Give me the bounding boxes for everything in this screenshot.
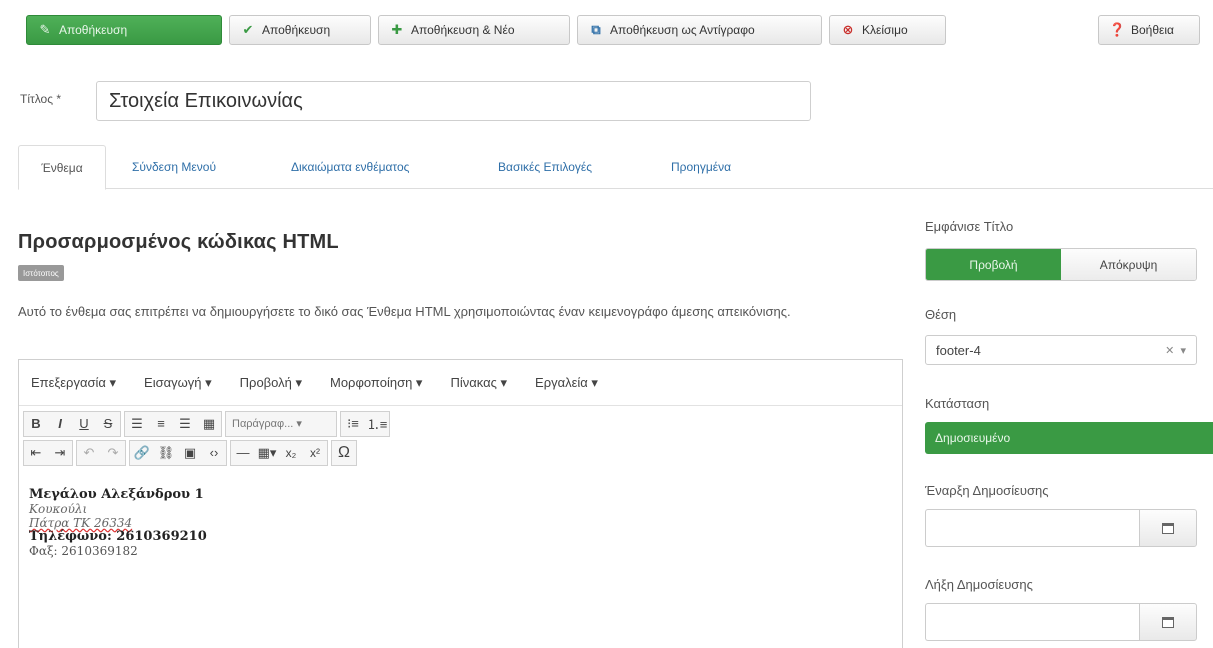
- bullet-list-icon[interactable]: ⁝≡: [341, 412, 365, 436]
- module-description: Αυτό το ένθεμα σας επιτρέπει να δημιουργ…: [18, 304, 791, 319]
- tab-advanced[interactable]: Προηγμένα: [661, 145, 741, 189]
- menu-insert[interactable]: Εισαγωγή ▾: [144, 375, 212, 391]
- underline-icon[interactable]: U: [72, 412, 96, 436]
- save-button[interactable]: ✎ Αποθήκευση: [26, 15, 222, 45]
- bold-icon[interactable]: B: [24, 412, 48, 436]
- horizontal-rule-icon[interactable]: —: [231, 441, 255, 465]
- menu-table[interactable]: Πίνακας ▾: [450, 375, 507, 391]
- menu-format[interactable]: Μορφοποίηση ▾: [330, 375, 422, 391]
- tab-module[interactable]: Ένθεμα: [18, 145, 106, 190]
- save-copy-button[interactable]: ⧉ Αποθήκευση ως Αντίγραφο: [577, 15, 822, 45]
- link-icon[interactable]: 🔗: [130, 441, 154, 465]
- image-icon[interactable]: ▣: [178, 441, 202, 465]
- clear-dropdown-icon[interactable]: ✕ ▾: [1165, 344, 1186, 357]
- calendar-icon: [1162, 522, 1174, 534]
- question-icon: ❓: [1109, 22, 1126, 37]
- redo-icon[interactable]: ↷: [101, 441, 125, 465]
- content-line-city: Πάτρα ΤΚ 26334: [29, 516, 133, 530]
- code-icon[interactable]: ‹›: [202, 441, 226, 465]
- module-title: Προσαρμοσμένος κώδικας HTML: [18, 231, 339, 253]
- publish-down-field: [925, 603, 1197, 641]
- plus-icon: ✚: [391, 22, 403, 37]
- subscript-icon[interactable]: x₂: [279, 441, 303, 465]
- unlink-icon[interactable]: ⛓: [154, 441, 178, 465]
- title-label: Τίτλος *: [20, 92, 62, 106]
- italic-icon[interactable]: I: [48, 412, 72, 436]
- menu-view[interactable]: Προβολή ▾: [240, 375, 302, 391]
- menu-edit[interactable]: Επεξεργασία ▾: [31, 375, 116, 391]
- calendar-icon: [1162, 616, 1174, 628]
- status-select[interactable]: Δημοσιευμένο: [925, 422, 1213, 454]
- strikethrough-icon[interactable]: S: [96, 412, 120, 436]
- omega-icon[interactable]: Ω: [332, 441, 356, 465]
- title-input[interactable]: Στοιχεία Επικοινωνίας: [96, 81, 811, 121]
- align-center-icon[interactable]: ≡: [149, 412, 173, 436]
- publish-down-input[interactable]: [925, 603, 1139, 641]
- hide-button[interactable]: Απόκρυψη: [1061, 249, 1196, 280]
- save-new-button[interactable]: ✚ Αποθήκευση & Νέο: [378, 15, 570, 45]
- close-circle-icon: ⊗: [842, 22, 854, 37]
- align-right-icon[interactable]: ☰: [173, 412, 197, 436]
- table-icon[interactable]: ▦▾: [255, 441, 279, 465]
- close-button[interactable]: ⊗ Κλείσιμο: [829, 15, 946, 45]
- edit-icon: ✎: [39, 22, 51, 37]
- tab-basic-options[interactable]: Βασικές Επιλογές: [488, 145, 602, 189]
- content-line-area: Κουκούλι: [29, 502, 88, 516]
- show-title-label: Εμφάνισε Τίτλο: [925, 219, 1014, 234]
- editor-menubar: Επεξεργασία ▾ Εισαγωγή ▾ Προβολή ▾ Μορφο…: [19, 360, 902, 406]
- content-line-fax: Φαξ: 2610369182: [29, 544, 138, 558]
- menu-tools[interactable]: Εργαλεία ▾: [535, 375, 598, 391]
- publish-up-input[interactable]: [925, 509, 1139, 547]
- content-line-phone: Τηλέφωνο: 2610369210: [29, 529, 207, 544]
- toolbar: ✎ Αποθήκευση ✔ Αποθήκευση ✚ Αποθήκευση &…: [0, 0, 1213, 60]
- editor-toolbar-row-1: B I U S ☰ ≡ ☰ ▦ Παράγραφ... ▾ ⁝≡ ⒈≡: [19, 409, 902, 438]
- publish-down-calendar-button[interactable]: [1139, 603, 1197, 641]
- tab-menu-assignment[interactable]: Σύνδεση Μενού: [122, 145, 226, 189]
- align-left-icon[interactable]: ☰: [125, 412, 149, 436]
- editor-content[interactable]: Μεγάλου Αλεξάνδρου 1 Κουκούλι Πάτρα ΤΚ 2…: [29, 487, 207, 559]
- format-select[interactable]: Παράγραφ... ▾: [226, 412, 336, 436]
- position-select[interactable]: footer-4 ✕ ▾: [925, 335, 1197, 365]
- undo-icon[interactable]: ↶: [77, 441, 101, 465]
- superscript-icon[interactable]: x²: [303, 441, 327, 465]
- help-button[interactable]: ❓ Βοήθεια: [1098, 15, 1200, 45]
- outdent-icon[interactable]: ⇤: [24, 441, 48, 465]
- align-justify-icon[interactable]: ▦: [197, 412, 221, 436]
- check-icon: ✔: [242, 22, 254, 37]
- publish-down-label: Λήξη Δημοσίευσης: [925, 577, 1033, 592]
- show-button[interactable]: Προβολή: [926, 249, 1061, 280]
- html-editor: Επεξεργασία ▾ Εισαγωγή ▾ Προβολή ▾ Μορφο…: [18, 359, 903, 648]
- status-label: Κατάσταση: [925, 396, 990, 411]
- indent-icon[interactable]: ⇥: [48, 441, 72, 465]
- position-label: Θέση: [925, 307, 957, 322]
- publish-up-calendar-button[interactable]: [1139, 509, 1197, 547]
- publish-up-field: [925, 509, 1197, 547]
- save-close-button[interactable]: ✔ Αποθήκευση: [229, 15, 371, 45]
- show-title-toggle: Προβολή Απόκρυψη: [925, 248, 1197, 281]
- site-badge: Ιστότοπος: [18, 265, 64, 281]
- tab-bar: Ένθεμα Σύνδεση Μενού Δικαιώματα ενθέματο…: [18, 145, 1213, 190]
- publish-up-label: Έναρξη Δημοσίευσης: [925, 483, 1049, 498]
- content-line-address: Μεγάλου Αλεξάνδρου 1: [29, 487, 204, 502]
- numbered-list-icon[interactable]: ⒈≡: [365, 412, 389, 436]
- copy-icon: ⧉: [591, 22, 601, 37]
- tab-permissions[interactable]: Δικαιώματα ενθέματος: [281, 145, 419, 189]
- editor-toolbar-row-2: ⇤ ⇥ ↶ ↷ 🔗 ⛓ ▣ ‹› — ▦▾ x₂ x² Ω: [19, 438, 902, 467]
